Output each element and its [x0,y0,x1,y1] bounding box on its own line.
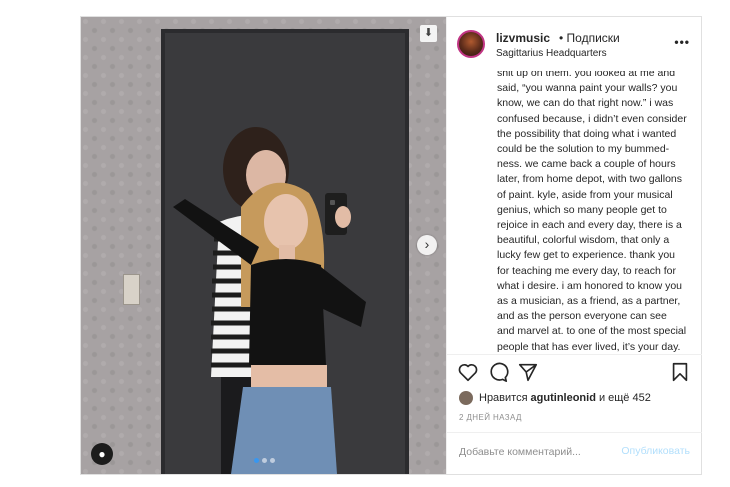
carousel-dot-1 [254,458,259,463]
woman-face [264,194,308,250]
instagram-post: ⬇ › ● lizvmusic • Подписки Sagittarius H… [80,16,702,475]
chevron-right-icon[interactable]: › [417,235,437,255]
couple-illustration [173,127,366,474]
divider [447,354,702,355]
phone-camera [330,200,335,205]
share-icon[interactable] [517,361,539,383]
carousel-dot-2 [262,458,267,463]
following-button[interactable]: • Подписки [559,31,620,45]
heart-icon[interactable] [457,361,479,383]
location-link[interactable]: Sagittarius Headquarters [496,48,607,59]
download-icon[interactable]: ⬇ [420,25,437,42]
carousel-dot-3 [270,458,275,463]
bookmark-icon[interactable] [669,361,691,383]
likes-summary: Нравится agutinleonid и ещё 452 [459,391,651,405]
likes-prefix: Нравится [479,392,528,404]
action-bar [457,361,692,385]
carousel-indicator [254,458,275,463]
woman-hand [335,206,351,228]
black-sleeve [319,267,366,327]
woman-midriff [251,365,327,387]
caption-text: shit up on them. you looked at me and sa… [497,71,687,352]
comment-input[interactable] [459,446,609,458]
post-photo[interactable]: ⬇ › ● [81,17,446,474]
liker-username[interactable]: agutinleonid [531,392,596,404]
post-header: lizvmusic • Подписки Sagittarius Headqua… [447,17,702,71]
likes-count[interactable]: и ещё 452 [599,392,651,404]
more-options-icon[interactable]: ••• [674,35,690,49]
post-side-panel: lizvmusic • Подписки Sagittarius Headqua… [446,17,702,474]
comment-icon[interactable] [487,361,509,383]
divider [447,432,702,433]
liker-avatar [459,391,473,405]
jeans [231,387,337,474]
publish-button[interactable]: Опубликовать [621,445,690,457]
caption-scroll-area[interactable]: shit up on them. you looked at me and sa… [497,71,687,352]
username-link[interactable]: lizvmusic [496,31,550,45]
avatar[interactable] [457,30,485,58]
post-timestamp[interactable]: 2 ДНЕЙ НАЗАД [459,413,522,422]
black-top [249,259,326,365]
user-tag-icon[interactable]: ● [91,443,113,465]
